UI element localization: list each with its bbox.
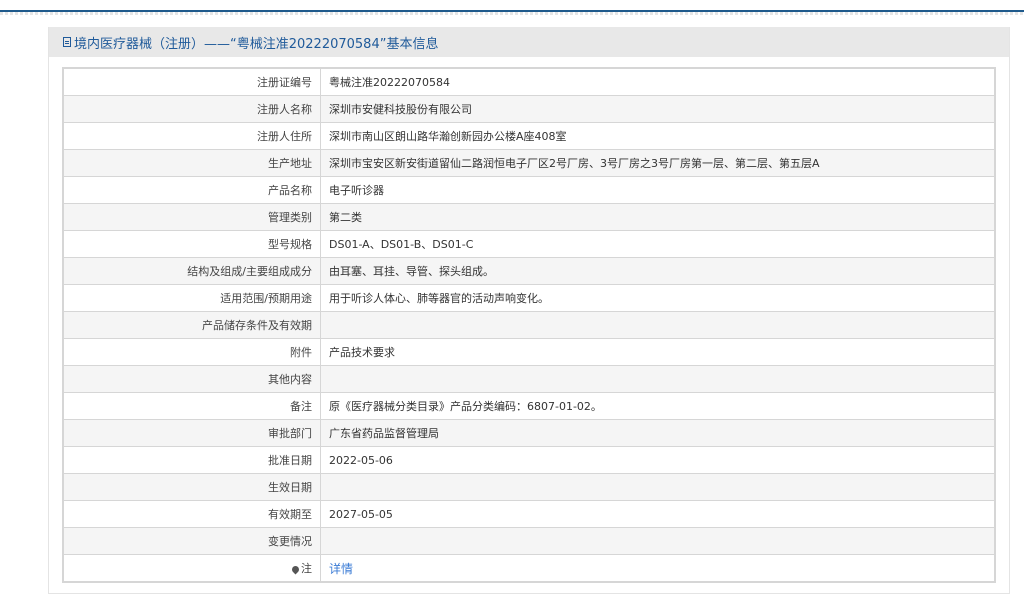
row-label: 产品储存条件及有效期 (62, 311, 321, 339)
row-value: 粤械注准20222070584 (320, 67, 996, 96)
details-link[interactable]: 详情 (329, 562, 353, 576)
row-label: 注册人名称 (62, 95, 321, 123)
row-value: 深圳市南山区朗山路华瀚创新园办公楼A座408室 (320, 122, 996, 150)
table-row: 备注 原《医疗器械分类目录》产品分类编码：6807-01-02。 (62, 392, 996, 420)
row-label: 适用范围/预期用途 (62, 284, 321, 312)
row-value: DS01-A、DS01-B、DS01-C (320, 230, 996, 258)
row-label: 型号规格 (62, 230, 321, 258)
row-label: 批准日期 (62, 446, 321, 474)
table-row: 批准日期 2022-05-06 (62, 446, 996, 474)
table-row: 型号规格 DS01-A、DS01-B、DS01-C (62, 230, 996, 258)
note-label-cell: 注 (62, 554, 321, 583)
table-row: 结构及组成/主要组成成分 由耳塞、耳挂、导管、探头组成。 (62, 257, 996, 285)
table-row: 适用范围/预期用途 用于听诊人体心、肺等器官的活动声响变化。 (62, 284, 996, 312)
row-label: 变更情况 (62, 527, 321, 555)
table-row: 注册人名称 深圳市安健科技股份有限公司 (62, 95, 996, 123)
table-row: 生产地址 深圳市宝安区新安街道留仙二路润恒电子厂区2号厂房、3号厂房之3号厂房第一… (62, 149, 996, 177)
row-label: 审批部门 (62, 419, 321, 447)
document-icon (63, 37, 71, 47)
note-value: 详情 (320, 554, 996, 583)
table-row: 审批部门 广东省药品监督管理局 (62, 419, 996, 447)
table-row: 生效日期 (62, 473, 996, 501)
pin-icon (290, 564, 301, 574)
row-value: 深圳市安健科技股份有限公司 (320, 95, 996, 123)
row-value (320, 365, 996, 393)
row-value: 原《医疗器械分类目录》产品分类编码：6807-01-02。 (320, 392, 996, 420)
table-row: 附件 产品技术要求 (62, 338, 996, 366)
row-label: 注册证编号 (62, 67, 321, 96)
top-divider (0, 12, 1024, 15)
row-label: 有效期至 (62, 500, 321, 528)
row-label: 备注 (62, 392, 321, 420)
note-label: 注 (301, 562, 312, 575)
row-value: 广东省药品监督管理局 (320, 419, 996, 447)
table-row: 其他内容 (62, 365, 996, 393)
row-value: 2027-05-05 (320, 500, 996, 528)
row-value: 由耳塞、耳挂、导管、探头组成。 (320, 257, 996, 285)
row-label: 管理类别 (62, 203, 321, 231)
row-label: 结构及组成/主要组成成分 (62, 257, 321, 285)
table-row: 有效期至 2027-05-05 (62, 500, 996, 528)
row-label: 其他内容 (62, 365, 321, 393)
table-row: 注册人住所 深圳市南山区朗山路华瀚创新园办公楼A座408室 (62, 122, 996, 150)
panel-header: 境内医疗器械（注册）——“粤械注准20222070584”基本信息 (49, 27, 1009, 57)
note-row: 注 详情 (62, 554, 996, 583)
row-value: 深圳市宝安区新安街道留仙二路润恒电子厂区2号厂房、3号厂房之3号厂房第一层、第二… (320, 149, 996, 177)
row-value (320, 311, 996, 339)
row-value: 第二类 (320, 203, 996, 231)
panel-title: 境内医疗器械（注册）——“粤械注准20222070584”基本信息 (74, 36, 439, 52)
row-value: 产品技术要求 (320, 338, 996, 366)
row-label: 产品名称 (62, 176, 321, 204)
row-value (320, 473, 996, 501)
row-label: 生效日期 (62, 473, 321, 501)
table-row: 产品储存条件及有效期 (62, 311, 996, 339)
table-row: 注册证编号 粤械注准20222070584 (62, 67, 996, 96)
detail-panel: 境内医疗器械（注册）——“粤械注准20222070584”基本信息 注册证编号粤… (48, 27, 1010, 594)
row-value: 用于听诊人体心、肺等器官的活动声响变化。 (320, 284, 996, 312)
row-label: 附件 (62, 338, 321, 366)
table-row: 管理类别 第二类 (62, 203, 996, 231)
row-value: 电子听诊器 (320, 176, 996, 204)
table-row: 变更情况 (62, 527, 996, 555)
row-value: 2022-05-06 (320, 446, 996, 474)
row-label: 注册人住所 (62, 122, 321, 150)
info-table: 注册证编号 粤械注准20222070584 注册人名称 深圳市安健科技股份有限公司 注册… (62, 67, 996, 583)
row-value (320, 527, 996, 555)
row-label: 生产地址 (62, 149, 321, 177)
table-row: 产品名称 电子听诊器 (62, 176, 996, 204)
